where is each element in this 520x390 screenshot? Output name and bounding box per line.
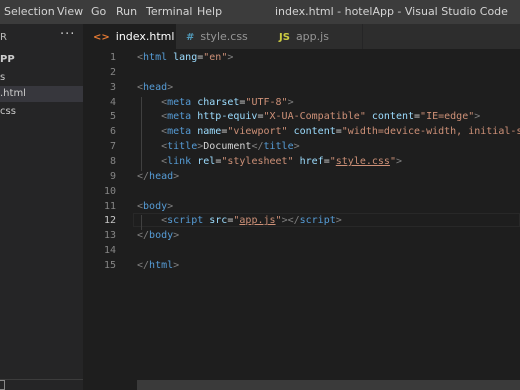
menu-help[interactable]: Help bbox=[197, 5, 222, 18]
code-line[interactable]: <meta name="viewport" content="width=dev… bbox=[137, 126, 520, 137]
html-file-icon: <> bbox=[93, 32, 110, 43]
line-number: 1 bbox=[109, 52, 116, 63]
sidebar-footer bbox=[0, 379, 83, 390]
horizontal-scrollbar[interactable] bbox=[137, 380, 520, 390]
line-number: 3 bbox=[109, 81, 116, 93]
tab-label: app.js bbox=[295, 30, 329, 43]
line-number: 2 bbox=[109, 66, 116, 78]
menu-terminal[interactable]: Terminal bbox=[146, 5, 193, 18]
line-number: 11 bbox=[103, 200, 116, 212]
explorer-sidebar: R ··· PP s .html css bbox=[0, 24, 83, 390]
file-item-js[interactable]: s bbox=[0, 70, 83, 86]
window-title: index.html - hotelApp - Visual Studio Co… bbox=[275, 5, 508, 18]
file-item-html[interactable]: .html bbox=[0, 86, 83, 102]
line-number: 15 bbox=[103, 259, 116, 271]
code-line[interactable]: <head> bbox=[137, 82, 173, 93]
css-file-icon: # bbox=[186, 32, 195, 43]
code-line[interactable]: <link rel="stylesheet" href="style.css"> bbox=[137, 156, 402, 167]
menu-run[interactable]: Run bbox=[116, 5, 137, 18]
code-line[interactable]: </head> bbox=[137, 171, 179, 182]
menu-bar: Selection View Go Run Terminal Help inde… bbox=[0, 0, 520, 24]
code-line[interactable]: </html> bbox=[137, 260, 179, 271]
line-number: 5 bbox=[109, 111, 116, 123]
line-number: 4 bbox=[109, 96, 116, 108]
tab-bar: <>index.html×#style.cssJSapp.js bbox=[83, 24, 520, 49]
code-line[interactable]: <body> bbox=[137, 201, 173, 212]
indent-guide bbox=[141, 96, 142, 171]
indent-guide bbox=[141, 215, 142, 231]
more-actions-icon[interactable]: ··· bbox=[60, 27, 75, 42]
line-number: 13 bbox=[103, 230, 116, 242]
menu-selection[interactable]: Selection bbox=[4, 5, 55, 18]
panel-toggle-icon[interactable] bbox=[0, 380, 5, 390]
line-number: 10 bbox=[103, 185, 116, 197]
line-number: 6 bbox=[109, 126, 116, 138]
line-number: 12 bbox=[103, 215, 116, 227]
tab-style-css[interactable]: # style.css bbox=[176, 24, 270, 49]
line-number: 14 bbox=[103, 245, 116, 257]
menu-go[interactable]: Go bbox=[91, 5, 106, 18]
tab-app-js[interactable]: JS app.js bbox=[269, 24, 363, 49]
code-editor[interactable]: 1 <html lang="en"> 2 3 <head> 4 <meta charset… bbox=[83, 49, 520, 390]
line-number: 8 bbox=[109, 155, 116, 167]
code-line[interactable]: <title>Document</title> bbox=[137, 141, 300, 152]
menu-view[interactable]: View bbox=[57, 5, 83, 18]
js-file-icon: JS bbox=[279, 32, 290, 43]
code-line[interactable]: </body> bbox=[137, 230, 179, 241]
explorer-header: R bbox=[0, 32, 7, 43]
tab-index-html[interactable]: <>index.html× bbox=[83, 24, 192, 49]
tab-label: style.css bbox=[200, 30, 248, 43]
code-line[interactable]: <meta charset="UTF-8"> bbox=[137, 97, 294, 108]
line-number: 9 bbox=[109, 170, 116, 182]
code-line[interactable]: <meta http-equiv="X-UA-Compatible" conte… bbox=[137, 111, 480, 122]
line-number: 7 bbox=[109, 141, 116, 153]
project-folder[interactable]: PP bbox=[0, 52, 83, 68]
file-item-css[interactable]: css bbox=[0, 104, 83, 120]
tab-label: index.html bbox=[115, 30, 175, 43]
code-line[interactable]: <script src="app.js"></script> bbox=[137, 215, 342, 226]
code-line[interactable]: <html lang="en"> bbox=[137, 52, 233, 63]
